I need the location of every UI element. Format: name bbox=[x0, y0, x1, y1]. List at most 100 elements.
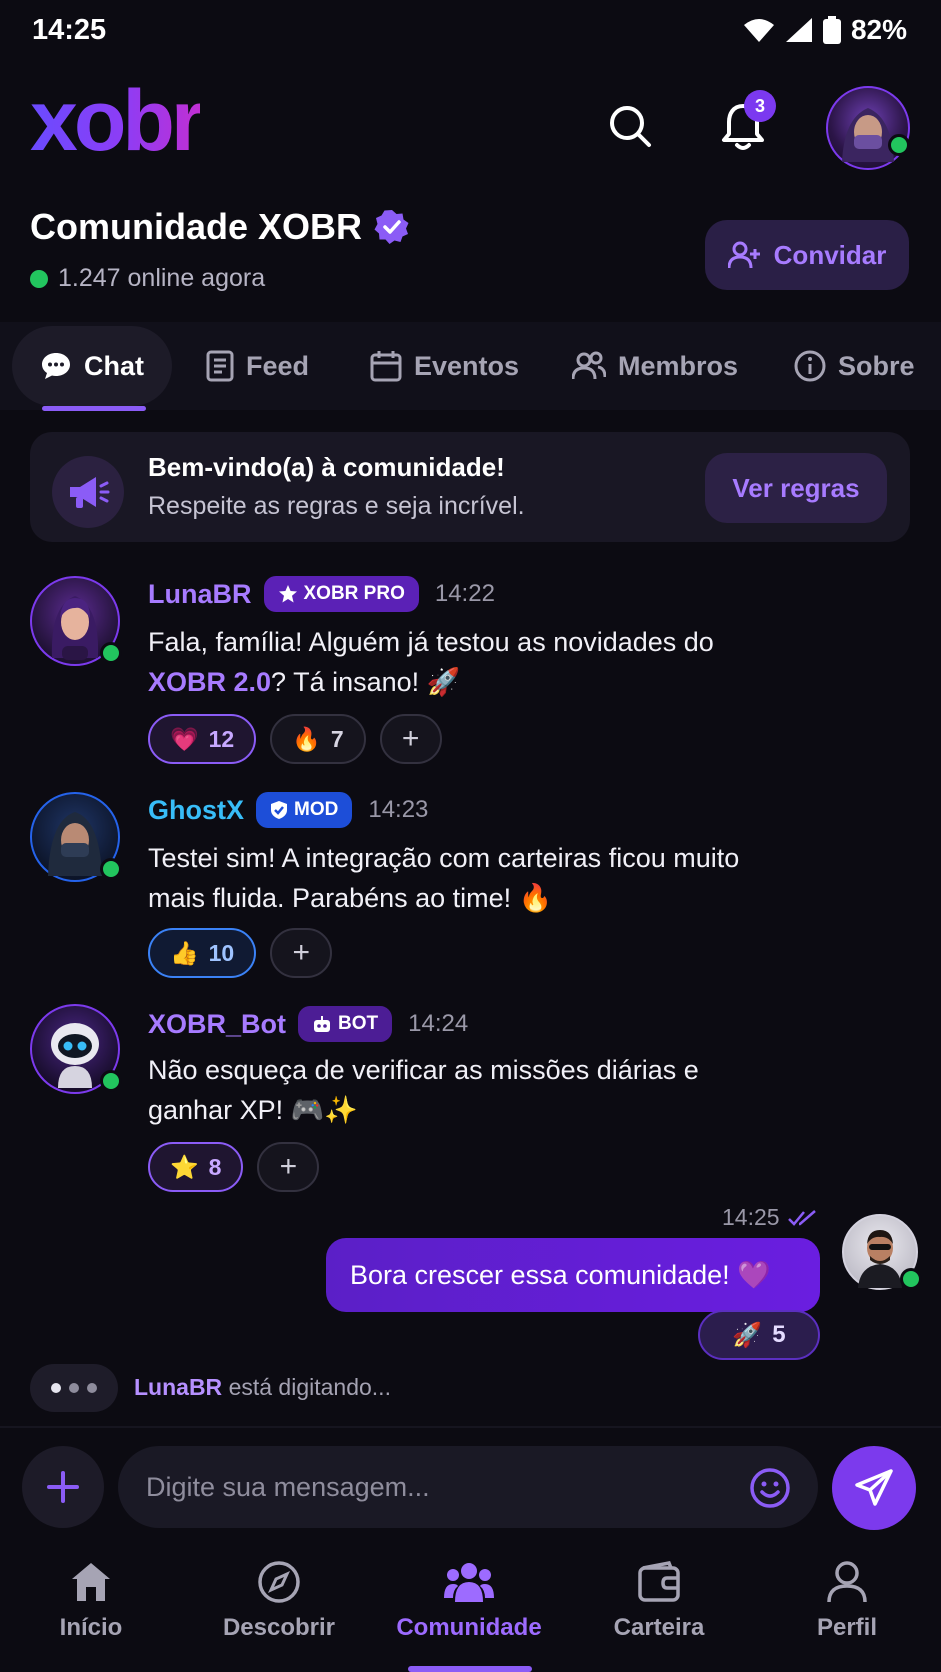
view-rules-button[interactable]: Ver regras bbox=[705, 453, 887, 523]
reaction-count: 8 bbox=[208, 1153, 222, 1180]
typing-user: LunaBR bbox=[134, 1374, 223, 1400]
fire-icon: 🔥 bbox=[292, 725, 321, 752]
reaction-count: 12 bbox=[208, 725, 235, 752]
own-avatar[interactable] bbox=[842, 1214, 922, 1290]
online-indicator bbox=[100, 1070, 122, 1092]
nav-perfil[interactable]: Perfil bbox=[762, 1560, 932, 1642]
reaction-star[interactable]: ⭐ 8 bbox=[148, 1142, 244, 1192]
reactions-row: ⭐ 8 + bbox=[148, 1142, 320, 1192]
thumbs-up-icon: 👍 bbox=[170, 939, 199, 966]
message-text-part: Testei sim! A integração com carteiras f… bbox=[148, 843, 740, 873]
community-name: Comunidade XOBR bbox=[30, 206, 363, 247]
attach-button[interactable] bbox=[22, 1446, 104, 1528]
typing-label: está digitando... bbox=[228, 1374, 391, 1400]
reaction-count: 5 bbox=[772, 1321, 786, 1348]
add-reaction-button[interactable]: + bbox=[379, 714, 442, 764]
message-text-part: Não esqueça de verificar as missões diár… bbox=[148, 1055, 699, 1085]
badge-label: XOBR PRO bbox=[303, 583, 405, 604]
username[interactable]: XOBR_Bot bbox=[148, 1009, 286, 1040]
search-button[interactable] bbox=[604, 98, 656, 154]
nav-label: Comunidade bbox=[396, 1614, 542, 1641]
reaction-thumbs-up[interactable]: 👍 10 bbox=[148, 928, 257, 978]
online-count: 1.247 online agora bbox=[30, 264, 265, 293]
online-count-text: 1.247 online agora bbox=[58, 264, 266, 292]
message-input[interactable] bbox=[118, 1446, 818, 1528]
community-icon bbox=[444, 1563, 494, 1602]
typing-text: LunaBR está digitando... bbox=[134, 1374, 391, 1401]
chat-bubble-icon bbox=[42, 353, 70, 379]
battery-icon bbox=[822, 16, 841, 44]
notifications-button[interactable]: 3 bbox=[716, 90, 776, 156]
nav-comunidade[interactable]: Comunidade bbox=[384, 1560, 554, 1642]
message-text-part: mais fluida. Parabéns ao time! 🔥 bbox=[148, 883, 553, 913]
online-indicator bbox=[900, 1268, 922, 1290]
home-icon bbox=[72, 1563, 110, 1601]
document-icon bbox=[206, 350, 234, 382]
message-time: 14:24 bbox=[408, 1010, 469, 1037]
emoji-button[interactable] bbox=[746, 1464, 794, 1512]
tab-sobre[interactable]: Sobre bbox=[794, 322, 915, 410]
nav-label: Perfil bbox=[816, 1614, 878, 1641]
notification-badge: 3 bbox=[744, 90, 776, 122]
calendar-icon bbox=[370, 351, 402, 382]
reaction-fire[interactable]: 🔥 7 bbox=[270, 714, 366, 764]
status-time: 14:25 bbox=[32, 14, 107, 46]
tab-label: Eventos bbox=[414, 350, 520, 381]
tab-chat[interactable]: Chat bbox=[12, 326, 172, 406]
reactions-row: 👍 10 + bbox=[148, 928, 333, 978]
username[interactable]: LunaBR bbox=[148, 579, 252, 610]
message-text: Fala, família! Alguém já testou as novid… bbox=[148, 622, 808, 702]
star-emoji-icon: ⭐ bbox=[170, 1153, 199, 1180]
megaphone-badge bbox=[52, 456, 124, 528]
verified-icon bbox=[374, 210, 409, 244]
shield-icon bbox=[271, 801, 288, 819]
own-message-time: 14:25 bbox=[722, 1204, 818, 1231]
users-icon bbox=[572, 351, 606, 380]
welcome-subtitle: Respeite as regras e seja incrível. bbox=[148, 492, 525, 520]
ghostx-avatar[interactable] bbox=[30, 792, 122, 882]
tab-membros[interactable]: Membros bbox=[572, 322, 738, 410]
reaction-count: 10 bbox=[208, 939, 235, 966]
add-user-icon bbox=[727, 241, 760, 269]
profile-icon bbox=[827, 1561, 867, 1603]
app-logo[interactable]: xobr bbox=[30, 78, 204, 164]
info-icon bbox=[794, 350, 826, 382]
community-tabs: Chat Feed Eventos Membros Sobre bbox=[0, 322, 941, 411]
bot-avatar[interactable] bbox=[30, 1004, 122, 1094]
online-indicator bbox=[888, 134, 910, 156]
message-header: LunaBR XOBR PRO 14:22 bbox=[148, 576, 495, 612]
double-check-icon bbox=[787, 1209, 816, 1226]
luna-avatar[interactable] bbox=[30, 576, 122, 666]
own-message-bubble[interactable]: Bora crescer essa comunidade! 💜 bbox=[326, 1238, 820, 1312]
wifi-icon bbox=[743, 19, 774, 42]
add-reaction-button[interactable]: + bbox=[257, 1142, 320, 1192]
reaction-heart[interactable]: 💗 12 bbox=[148, 714, 257, 764]
paper-plane-icon bbox=[855, 1469, 893, 1506]
nav-inicio[interactable]: Início bbox=[6, 1560, 176, 1642]
online-dot bbox=[30, 269, 48, 288]
message-header: XOBR_Bot BOT 14:24 bbox=[148, 1006, 468, 1042]
compass-icon bbox=[258, 1561, 300, 1603]
message-header: GhostX MOD 14:23 bbox=[148, 792, 428, 828]
plus-icon bbox=[47, 1471, 79, 1503]
tab-eventos[interactable]: Eventos bbox=[370, 322, 519, 410]
add-reaction-button[interactable]: + bbox=[270, 928, 333, 978]
invite-label: Convidar bbox=[773, 239, 887, 270]
nav-descobrir[interactable]: Descobrir bbox=[194, 1560, 364, 1642]
username[interactable]: GhostX bbox=[148, 795, 244, 826]
message-text: Testei sim! A integração com carteiras f… bbox=[148, 838, 848, 918]
tab-label: Feed bbox=[246, 350, 310, 381]
nav-carteira[interactable]: Carteira bbox=[574, 1560, 744, 1642]
tab-label: Sobre bbox=[838, 350, 915, 381]
send-button[interactable] bbox=[832, 1446, 916, 1530]
tab-feed[interactable]: Feed bbox=[206, 322, 309, 410]
reaction-rocket[interactable]: 🚀 5 bbox=[698, 1310, 820, 1360]
reactions-row: 💗 12 🔥 7 + bbox=[148, 714, 442, 764]
community-title: Comunidade XOBR bbox=[30, 206, 410, 248]
message-highlight[interactable]: XOBR 2.0 bbox=[148, 667, 271, 697]
pro-badge: XOBR PRO bbox=[263, 576, 419, 612]
profile-avatar[interactable] bbox=[826, 86, 910, 170]
composer-divider bbox=[0, 1426, 941, 1428]
invite-button[interactable]: Convidar bbox=[705, 220, 909, 290]
tab-label: Membros bbox=[618, 350, 739, 381]
